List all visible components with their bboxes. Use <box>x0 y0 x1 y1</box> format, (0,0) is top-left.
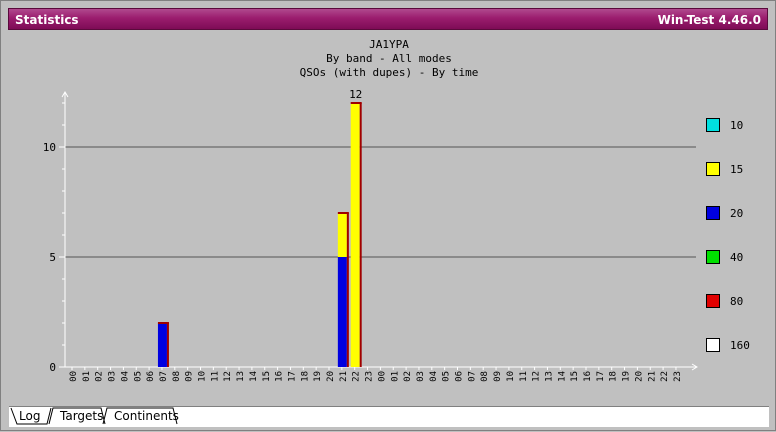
chart-title: JA1YPA <box>369 38 409 51</box>
chart-subtitle-1: By band - All modes <box>326 52 452 65</box>
tab-targets-label: Targets <box>60 409 104 423</box>
title-bar[interactable]: Statistics Win-Test 4.46.0 <box>8 8 768 30</box>
tab-continents-label: Continents <box>114 409 179 423</box>
chart-area: JA1YPA By band - All modes QSOs (with du… <box>9 31 769 407</box>
bottom-tab-bar: Log Targets Continents <box>9 406 769 427</box>
app-version: Win-Test 4.46.0 <box>657 13 761 27</box>
chart-subtitle-2: QSOs (with dupes) - By time <box>299 66 479 79</box>
statistics-window: Statistics Win-Test 4.46.0 JA1YPA By ban… <box>0 0 776 431</box>
window-title: Statistics <box>15 13 79 27</box>
tab-log-label: Log <box>19 409 41 423</box>
